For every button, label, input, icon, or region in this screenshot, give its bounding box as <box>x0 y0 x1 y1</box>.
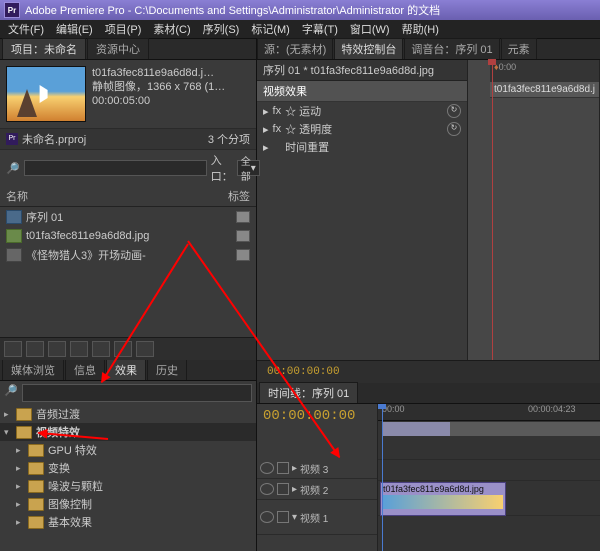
marker-button[interactable] <box>277 444 291 456</box>
items-count: 3 个分项 <box>208 131 250 147</box>
effect-folder[interactable]: ▸音频过渡 <box>0 405 256 423</box>
search-icon[interactable]: 🔎 <box>4 384 18 402</box>
effect-folder[interactable]: ▸噪波与颗粒 <box>0 477 256 495</box>
eye-icon[interactable] <box>260 483 274 495</box>
clip-name: t01fa3fec811e9a6d8d.j… <box>92 66 250 80</box>
audio-icon <box>6 248 22 262</box>
track-header[interactable]: ▸视频 2 <box>257 479 377 500</box>
timeline-tracks[interactable]: 00:0000:00:04:23 t01fa3fec811e9a6d8d.jpg <box>378 404 600 551</box>
icon-view-button[interactable] <box>26 341 44 357</box>
effects-panel: 🔎 ▸音频过渡 ▾视频特效 ▸GPU 特效 ▸变换 ▸噪波与颗粒 ▸图像控制 ▸… <box>0 381 256 551</box>
effect-section: 视频效果 <box>263 83 307 99</box>
new-bin-button[interactable] <box>92 341 110 357</box>
window-title: Adobe Premiere Pro - C:\Documents and Se… <box>25 2 440 18</box>
bin-row[interactable]: 《怪物猎人3》开场动画- <box>0 245 256 265</box>
menu-file[interactable]: 文件(F) <box>2 21 50 37</box>
effect-controls-footer: 00:00:00:00 <box>257 360 600 383</box>
eye-icon[interactable] <box>260 462 274 474</box>
menu-help[interactable]: 帮助(H) <box>396 21 445 37</box>
clip-duration: 00:00:05:00 <box>92 94 250 108</box>
project-panel: t01fa3fec811e9a6d8d.j… 静帧图像，1366 x 768 (… <box>0 60 256 360</box>
bin-row[interactable]: t01fa3fec811e9a6d8d.jpg <box>0 227 256 245</box>
effect-heading: 序列 01 * t01fa3fec811e9a6d8d.jpg <box>257 60 467 81</box>
col-name[interactable]: 名称 <box>6 188 228 204</box>
label-swatch[interactable] <box>236 249 250 261</box>
label-swatch[interactable] <box>236 230 250 242</box>
folder-icon <box>16 408 32 421</box>
tab-effect-controls[interactable]: 特效控制台 <box>334 38 403 59</box>
project-icon: Pr <box>6 133 18 145</box>
project-search[interactable] <box>24 160 207 176</box>
folder-icon <box>28 516 44 529</box>
tab-meta[interactable]: 元素 <box>501 38 537 59</box>
source-tabs: 源：(无素材) 特效控制台 调音台：序列 01 元素 <box>257 39 600 60</box>
timeline-tabs: 时间线：序列 01 <box>257 383 600 404</box>
lock-icon[interactable] <box>277 511 289 523</box>
effect-row[interactable]: ▸fx时间重置 <box>257 138 467 156</box>
effect-controls-panel: 序列 01 * t01fa3fec811e9a6d8d.jpg 视频效果 ▸fx… <box>257 60 600 360</box>
col-label[interactable]: 标签 <box>228 188 250 204</box>
lock-icon[interactable] <box>277 462 289 474</box>
ec-clip-label: t01fa3fec811e9a6d8d.j <box>490 82 599 98</box>
reset-icon[interactable]: ↻ <box>447 104 461 118</box>
in-combo[interactable]: 全部▾ <box>237 160 260 176</box>
clip-meta: 静帧图像，1366 x 768 (1… <box>92 80 250 94</box>
automate-button[interactable] <box>48 341 66 357</box>
folder-icon <box>28 444 44 457</box>
track-header[interactable]: ▾视频 1 <box>257 500 377 535</box>
trash-button[interactable] <box>136 341 154 357</box>
browser-tabs: 媒体浏览 信息 效果 历史 <box>0 360 256 381</box>
list-view-button[interactable] <box>4 341 22 357</box>
timeline-panel: 00:00:00:00 ▸视频 3 ▸视频 2 ▾视频 1 00:0000:00… <box>257 404 600 551</box>
menu-marker[interactable]: 标记(M) <box>245 21 296 37</box>
menu-title[interactable]: 字幕(T) <box>296 21 344 37</box>
effect-folder[interactable]: ▸基本效果 <box>0 513 256 531</box>
folder-icon <box>28 480 44 493</box>
tab-timeline[interactable]: 时间线：序列 01 <box>259 382 358 403</box>
folder-icon <box>28 462 44 475</box>
folder-icon <box>16 426 32 439</box>
find-button[interactable] <box>70 341 88 357</box>
lock-icon[interactable] <box>277 483 289 495</box>
label-swatch[interactable] <box>236 211 250 223</box>
menu-bar: 文件(F) 编辑(E) 项目(P) 素材(C) 序列(S) 标记(M) 字幕(T… <box>0 20 600 39</box>
effect-row[interactable]: ▸fx☆ 运动↻ <box>257 102 467 120</box>
snap-button[interactable] <box>261 444 275 456</box>
in-label: 入口： <box>211 152 233 184</box>
effects-search[interactable] <box>22 384 252 402</box>
effect-row[interactable]: ▸fx☆ 透明度↻ <box>257 120 467 138</box>
folder-icon <box>28 498 44 511</box>
menu-sequence[interactable]: 序列(S) <box>197 21 246 37</box>
effect-folder[interactable]: ▸GPU 特效 <box>0 441 256 459</box>
tab-mixer[interactable]: 调音台：序列 01 <box>404 38 499 59</box>
image-icon <box>6 229 22 243</box>
menu-window[interactable]: 窗口(W) <box>344 21 396 37</box>
app-icon: Pr <box>4 2 20 18</box>
tab-media[interactable]: 媒体浏览 <box>2 359 64 380</box>
tab-project[interactable]: 项目：未命名 <box>2 38 86 59</box>
effect-folder[interactable]: ▸变换 <box>0 459 256 477</box>
menu-project[interactable]: 项目(P) <box>99 21 148 37</box>
bin-row[interactable]: 序列 01 <box>0 207 256 227</box>
project-tabs: 项目：未命名 资源中心 <box>0 39 256 60</box>
sequence-icon <box>6 210 22 224</box>
tab-source[interactable]: 源：(无素材) <box>257 38 333 59</box>
reset-icon[interactable]: ↻ <box>447 122 461 136</box>
tab-history[interactable]: 历史 <box>147 359 187 380</box>
project-file: 未命名.prproj <box>22 131 86 147</box>
title-bar: Pr Adobe Premiere Pro - C:\Documents and… <box>0 0 600 20</box>
eye-icon[interactable] <box>260 511 274 523</box>
clip-thumbnail[interactable] <box>6 66 86 122</box>
menu-clip[interactable]: 素材(C) <box>147 21 196 37</box>
effect-folder[interactable]: ▸图像控制 <box>0 495 256 513</box>
timeline-scrub[interactable] <box>382 421 600 437</box>
menu-edit[interactable]: 编辑(E) <box>50 21 99 37</box>
timeline-clip[interactable]: t01fa3fec811e9a6d8d.jpg <box>380 482 506 516</box>
tab-resource[interactable]: 资源中心 <box>87 38 149 59</box>
search-icon[interactable]: 🔎 <box>6 162 20 175</box>
track-header[interactable]: ▸视频 3 <box>257 458 377 479</box>
